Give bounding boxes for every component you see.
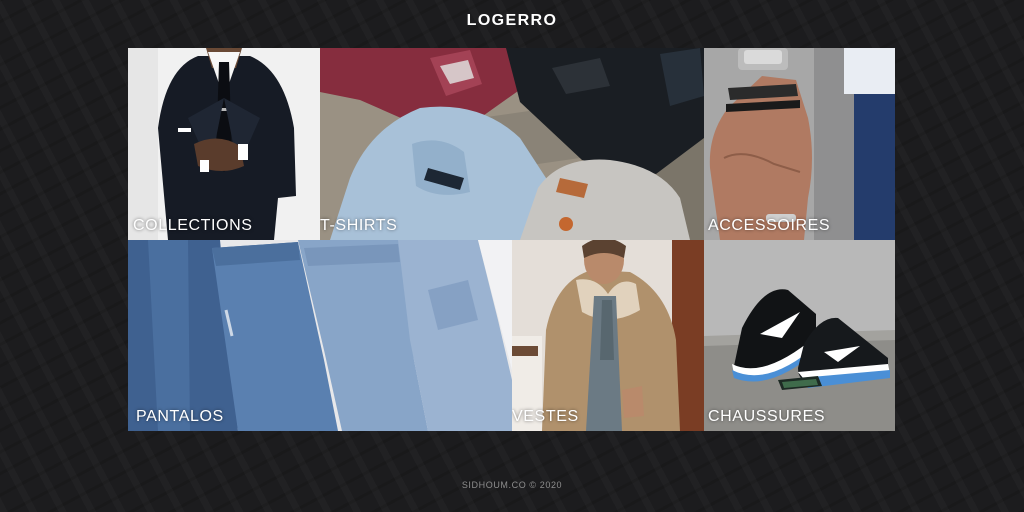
category-label: PANTALOS — [136, 408, 224, 425]
category-tile-pantalos[interactable]: PANTALOS — [128, 240, 512, 431]
t-shirts-photo — [320, 48, 704, 240]
category-tile-chaussures[interactable]: CHAUSSURES — [704, 240, 895, 431]
jeans-photo — [128, 240, 512, 431]
sneakers-photo — [704, 240, 895, 431]
category-label: CHAUSSURES — [708, 408, 826, 425]
category-label: VESTES — [512, 408, 579, 425]
suit-man-photo — [128, 48, 320, 240]
accessories-photo — [704, 48, 895, 240]
category-tile-vestes[interactable]: VESTES — [512, 240, 704, 431]
category-tile-t-shirts[interactable]: T-SHIRTS — [320, 48, 704, 240]
footer-copyright[interactable]: SIDHOUM.CO © 2020 — [0, 480, 1024, 490]
site-logo[interactable]: LOGERRO — [0, 12, 1024, 30]
category-label: ACCESSOIRES — [708, 217, 831, 234]
category-tile-accessoires[interactable]: ACCESSOIRES — [704, 48, 895, 240]
category-label: T-SHIRTS — [320, 217, 398, 234]
jacket-man-photo — [512, 240, 704, 431]
category-tile-collections[interactable]: COLLECTIONS — [128, 48, 320, 240]
category-label: COLLECTIONS — [133, 217, 253, 234]
category-grid: COLLECTIONS T-SHIRTS ACCESSOIRES PANTALO… — [128, 48, 895, 431]
